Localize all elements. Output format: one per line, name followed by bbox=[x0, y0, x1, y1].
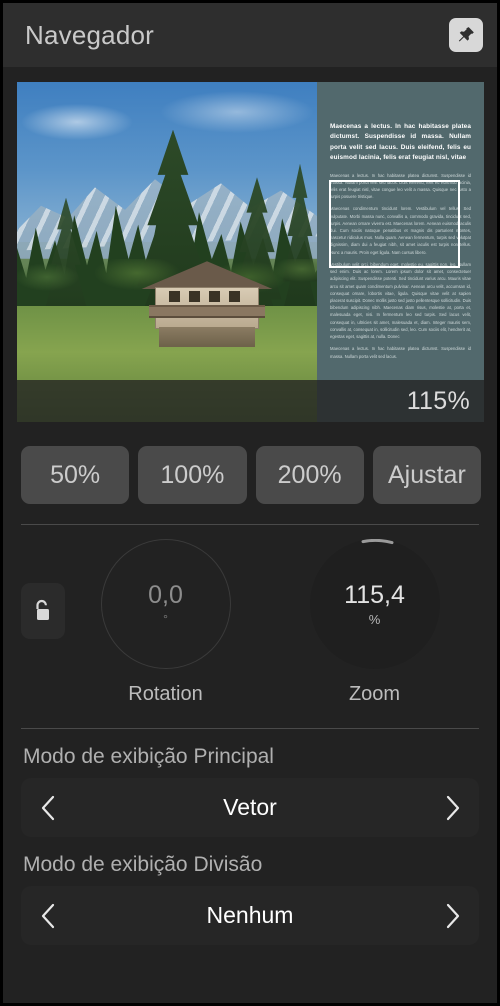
chevron-right-icon[interactable] bbox=[425, 795, 479, 821]
chalet-window bbox=[169, 291, 180, 303]
main-display-mode-label: Modo de exibição Principal bbox=[23, 745, 274, 768]
document-paragraph: Maecenas condimentum tincidunt lorem. Ve… bbox=[330, 206, 471, 255]
chalet-window bbox=[189, 291, 200, 303]
zoom-value: 115,4 bbox=[344, 580, 405, 609]
chalet-shape bbox=[141, 261, 273, 348]
chevron-left-icon[interactable] bbox=[21, 795, 75, 821]
rotation-value: 0,0 bbox=[148, 581, 183, 609]
zoom-level-overlay: 115% bbox=[17, 380, 484, 422]
split-display-mode-stepper[interactable]: Nenhum bbox=[21, 886, 479, 945]
navigator-panel: Navegador Maecenas a lectus. In hac habi… bbox=[0, 0, 500, 1006]
document-paragraph: Maecenas a lectus. In hac habitasse plat… bbox=[330, 172, 471, 200]
divider bbox=[21, 524, 479, 525]
chalet-window bbox=[209, 291, 220, 303]
main-display-mode-value: Vetor bbox=[223, 794, 277, 820]
pin-glyph bbox=[458, 27, 474, 42]
pin-icon[interactable] bbox=[449, 18, 483, 52]
zoom-level-label: 115% bbox=[406, 386, 470, 415]
chevron-right-glyph bbox=[446, 903, 459, 928]
preview-canvas[interactable]: Maecenas a lectus. In hac habitasse plat… bbox=[17, 82, 484, 422]
zoom-dial-group: 115,4 % Zoom bbox=[270, 539, 479, 706]
unlock-glyph bbox=[36, 599, 49, 620]
document-body: Maecenas a lectus. In hac habitasse plat… bbox=[330, 172, 471, 360]
zoom-unit: % bbox=[368, 611, 381, 627]
document-paragraph: Maecenas a lectus. In hac habitasse plat… bbox=[330, 346, 471, 359]
zoom-preset-200-button[interactable]: 200% bbox=[255, 446, 364, 504]
chevron-left-glyph bbox=[41, 795, 54, 820]
zoom-dial[interactable]: 115,4 % bbox=[309, 539, 440, 669]
photo-thumbnail bbox=[17, 82, 317, 422]
document-page-thumbnail: Maecenas a lectus. In hac habitasse plat… bbox=[317, 82, 484, 422]
document-paragraph: Vestibulum velit orci, bibendum eget, mo… bbox=[330, 261, 471, 340]
chalet-window bbox=[229, 291, 240, 303]
unlock-icon[interactable] bbox=[21, 583, 65, 639]
split-display-mode-value: Nenhum bbox=[206, 902, 294, 928]
rotation-dial[interactable]: 0,0 ° bbox=[100, 539, 231, 669]
chevron-left-glyph bbox=[41, 903, 54, 928]
chalet-base bbox=[159, 327, 255, 348]
panel-header: Navegador bbox=[3, 3, 497, 67]
document-heading: Maecenas a lectus. In hac habitasse plat… bbox=[330, 123, 471, 162]
chevron-right-glyph bbox=[446, 795, 459, 820]
chevron-right-icon[interactable] bbox=[425, 903, 479, 929]
page-title: Navegador bbox=[25, 19, 154, 50]
split-display-mode-label: Modo de exibição Divisão bbox=[23, 853, 263, 876]
chalet-balcony bbox=[149, 305, 265, 319]
image-preview[interactable]: Maecenas a lectus. In hac habitasse plat… bbox=[17, 82, 484, 422]
divider bbox=[21, 728, 479, 729]
dial-row: 0,0 ° Rotation 115,4 % Zoom bbox=[3, 539, 497, 706]
rotation-unit: ° bbox=[163, 612, 168, 626]
main-display-mode-stepper[interactable]: Vetor bbox=[21, 778, 479, 837]
zoom-preset-50-button[interactable]: 50% bbox=[21, 446, 130, 504]
zoom-label: Zoom bbox=[348, 683, 401, 705]
chalet-roof bbox=[141, 261, 273, 290]
rotation-dial-group: 0,0 ° Rotation bbox=[61, 539, 270, 706]
zoom-preset-100-button[interactable]: 100% bbox=[138, 446, 247, 504]
rotation-label: Rotation bbox=[128, 683, 203, 705]
zoom-preset-row: 50% 100% 200% Ajustar bbox=[21, 446, 481, 504]
zoom-fit-button[interactable]: Ajustar bbox=[372, 446, 481, 504]
chevron-left-icon[interactable] bbox=[21, 903, 75, 929]
